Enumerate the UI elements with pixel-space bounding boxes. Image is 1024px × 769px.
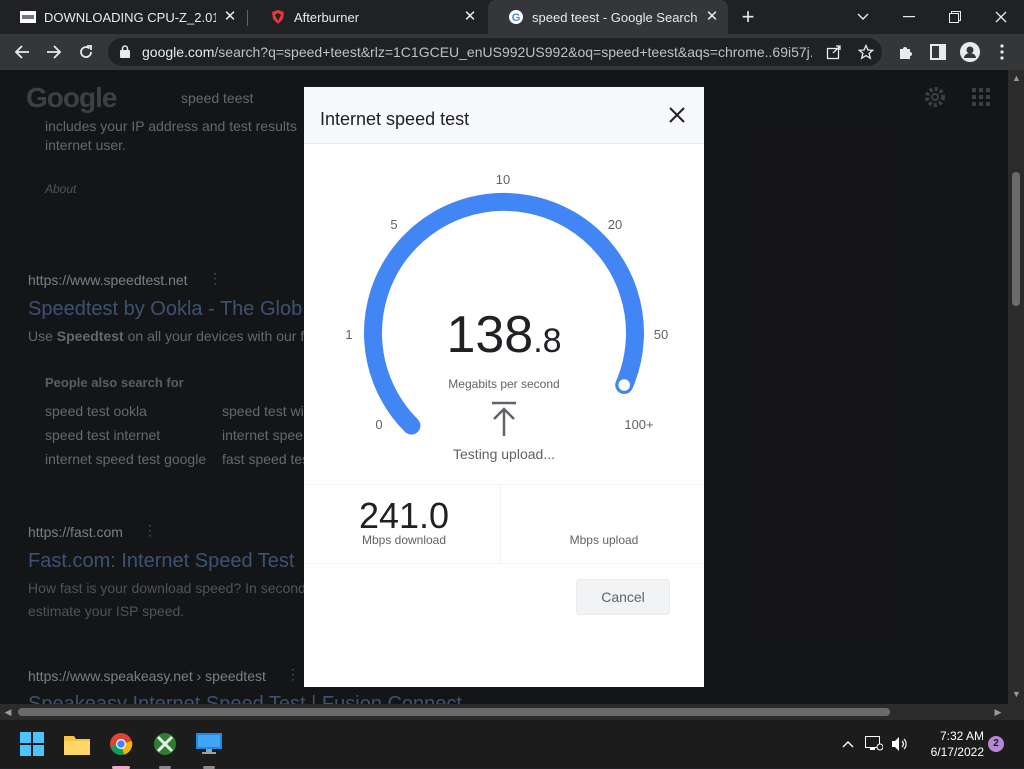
side-panel-icon[interactable] (928, 42, 948, 62)
svg-text:G: G (512, 12, 521, 24)
tab-label: speed teest - Google Search (532, 9, 698, 25)
tab-search-chevron-icon[interactable] (840, 0, 886, 34)
divider (500, 485, 501, 563)
cancel-button[interactable]: Cancel (576, 579, 670, 615)
gauge-label: 20 (608, 217, 622, 232)
extensions-puzzle-icon[interactable] (896, 42, 916, 62)
lock-icon[interactable] (120, 45, 130, 63)
scrollbar-thumb[interactable] (18, 708, 890, 716)
google-g-icon: G (508, 9, 524, 25)
close-icon[interactable] (666, 104, 688, 126)
volume-icon[interactable] (890, 734, 910, 754)
reload-icon[interactable] (74, 40, 98, 64)
speed-integer: 138 (446, 306, 534, 364)
forward-arrow-icon[interactable] (42, 40, 66, 64)
windows-start-icon[interactable] (16, 728, 48, 760)
xbox-icon[interactable] (149, 728, 181, 769)
tab-cpuz[interactable]: DOWNLOADING CPU-Z_2.01-EN... ✕ (0, 0, 246, 34)
dialog-header: Internet speed test (304, 87, 704, 144)
divider (304, 563, 704, 564)
minimize-button[interactable] (886, 0, 932, 34)
cpuid-icon (20, 9, 36, 25)
tab-strip: DOWNLOADING CPU-Z_2.01-EN... ✕ Afterburn… (0, 0, 1024, 34)
browser-toolbar: google.com/search?q=speed+teest&rlz=1C1G… (0, 34, 1024, 70)
speed-unit: Megabits per second (448, 377, 560, 391)
gauge-label: 10 (496, 172, 510, 187)
bookmark-star-icon[interactable] (856, 42, 876, 62)
download-value: 241.0 (358, 495, 450, 536)
new-tab-button[interactable]: + (738, 6, 758, 28)
gauge-label: 5 (390, 217, 397, 232)
taskbar: 7:32 AM 6/17/2022 2 (0, 720, 1024, 769)
profile-avatar-icon[interactable] (960, 42, 980, 62)
url-text[interactable]: google.com/search?q=speed+teest&rlz=1C1G… (142, 44, 812, 60)
scroll-left-arrow-icon[interactable]: ◀ (4, 708, 12, 717)
address-bar[interactable]: google.com/search?q=speed+teest&rlz=1C1G… (108, 38, 882, 66)
clock-date: 6/17/2022 (930, 745, 984, 759)
download-label: Mbps download (361, 533, 447, 547)
close-icon[interactable]: ✕ (462, 9, 478, 25)
url-host: google.com (142, 44, 215, 60)
scroll-up-arrow-icon[interactable]: ▲ (1012, 74, 1021, 83)
system-clock[interactable]: 7:32 AM 6/17/2022 (914, 728, 984, 760)
current-speed: 138.8 (304, 305, 704, 365)
window-close-button[interactable] (978, 0, 1024, 34)
upload-arrow-icon (490, 401, 518, 442)
url-path: /search?q=speed+teest&rlz=1C1GCEU_enUS99… (214, 44, 812, 60)
close-icon[interactable]: ✕ (704, 9, 720, 25)
tab-divider (247, 10, 248, 26)
vertical-scrollbar[interactable]: ▲ ▼ (1008, 70, 1024, 704)
chevron-up-icon[interactable] (838, 734, 858, 754)
remote-desktop-icon[interactable] (193, 728, 225, 769)
more-menu-icon[interactable] (992, 42, 1012, 62)
upload-label: Mbps upload (569, 533, 639, 547)
tab-label: DOWNLOADING CPU-Z_2.01-EN... (44, 9, 216, 25)
msi-shield-icon (270, 9, 286, 25)
download-result: 241.0 Mbps download (304, 485, 504, 563)
tab-afterburner[interactable]: Afterburner ✕ (250, 0, 486, 34)
share-icon[interactable] (824, 42, 844, 62)
clock-time: 7:32 AM (939, 729, 984, 743)
upload-result: Mbps upload (504, 485, 704, 563)
gauge-label: 0 (375, 417, 382, 432)
tab-google-search[interactable]: G speed teest - Google Search ✕ (488, 0, 728, 34)
horizontal-scrollbar[interactable]: ◀ ▶ (0, 704, 1024, 720)
file-explorer-icon[interactable] (61, 728, 93, 760)
back-arrow-icon[interactable] (10, 40, 34, 64)
dialog-title: Internet speed test (320, 109, 470, 129)
test-status: Testing upload... (453, 446, 555, 462)
chrome-icon[interactable] (105, 728, 137, 769)
scrollbar-thumb[interactable] (1012, 172, 1020, 306)
speed-decimal: .8 (533, 322, 562, 360)
close-icon[interactable]: ✕ (222, 9, 238, 25)
restore-button[interactable] (932, 0, 978, 34)
gauge-label: 100+ (624, 417, 653, 432)
scroll-down-arrow-icon[interactable]: ▼ (1012, 690, 1021, 699)
scroll-right-arrow-icon[interactable]: ▶ (994, 708, 1002, 717)
notification-badge[interactable]: 2 (988, 736, 1004, 752)
network-monitor-icon[interactable] (864, 734, 884, 754)
tab-label: Afterburner (294, 9, 360, 25)
speed-test-dialog: Internet speed test 0 1 5 10 20 50 100+ … (304, 87, 704, 687)
